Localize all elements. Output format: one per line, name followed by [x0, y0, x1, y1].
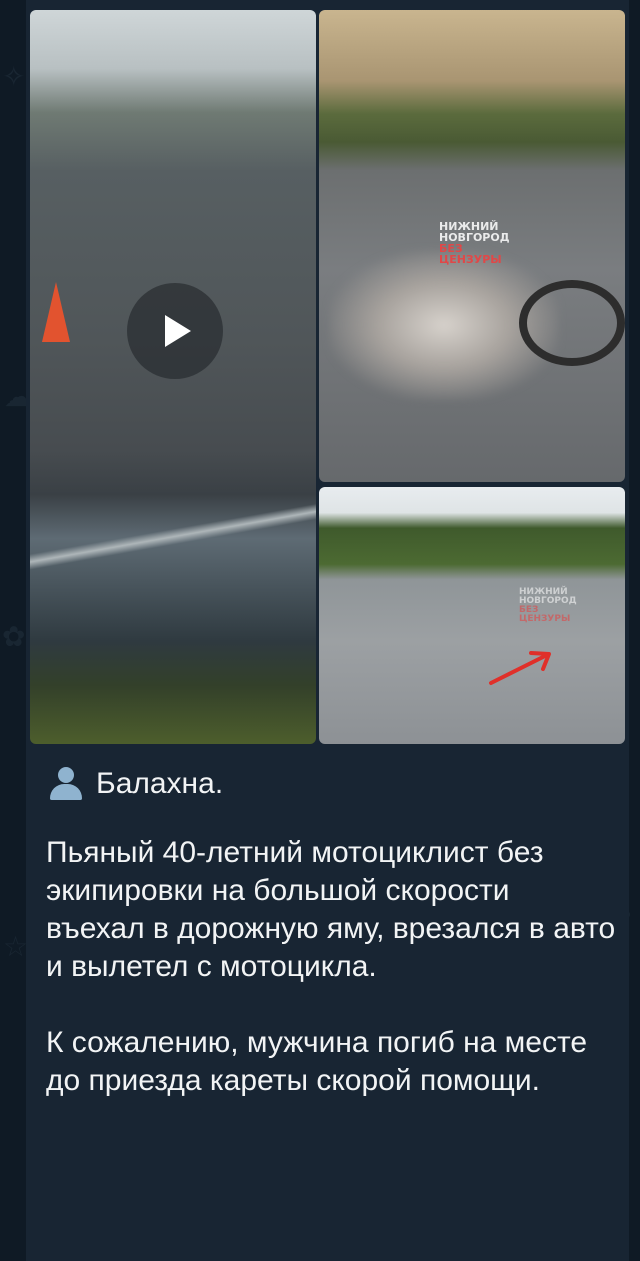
- message-paragraph: К сожалению, мужчина погиб на месте до п…: [46, 1026, 588, 1097]
- road-barrier-shape: [30, 502, 316, 582]
- play-button[interactable]: [127, 283, 223, 379]
- channel-watermark: НИЖНИЙ НОВГОРОД БЕЗ ЦЕНЗУРЫ: [439, 221, 510, 265]
- person-silhouette-icon: [46, 764, 86, 804]
- watermark-line: ЦЕНЗУРЫ: [439, 253, 502, 266]
- traffic-cone-shape: [42, 282, 70, 342]
- doodle-decoration: ✧: [2, 60, 26, 93]
- location-label: Балахна.: [96, 767, 224, 800]
- location-line: Балахна.: [46, 760, 616, 808]
- channel-watermark: НИЖНИЙ НОВГОРОД БЕЗ ЦЕНЗУРЫ: [519, 588, 577, 624]
- message-text: Балахна. Пьяный 40-летний мотоциклист бе…: [46, 760, 616, 1138]
- play-icon: [165, 315, 191, 347]
- video-thumbnail[interactable]: [30, 10, 316, 744]
- message-paragraph: Пьяный 40-летний мотоциклист без экипиро…: [46, 836, 616, 983]
- photo-road-pothole[interactable]: НИЖНИЙ НОВГОРОД БЕЗ ЦЕНЗУРЫ: [319, 487, 625, 744]
- red-arrow-icon: [489, 651, 551, 685]
- doodle-decoration: ☆: [3, 930, 29, 963]
- motorcycle-wheel-shape: [519, 280, 625, 366]
- doodle-decoration: ✿: [2, 620, 26, 653]
- photo-accident-closeup[interactable]: НИЖНИЙ НОВГОРОД БЕЗ ЦЕНЗУРЫ: [319, 10, 625, 482]
- watermark-line: ЦЕНЗУРЫ: [519, 614, 571, 624]
- message-bubble: НИЖНИЙ НОВГОРОД БЕЗ ЦЕНЗУРЫ НИЖНИЙ НОВГО…: [26, 0, 629, 1261]
